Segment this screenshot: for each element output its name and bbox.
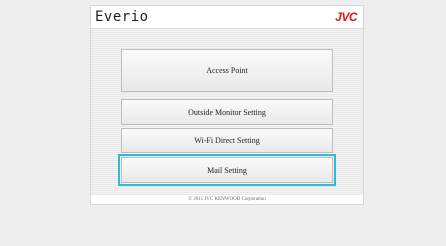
outside-monitor-setting-button[interactable]: Outside Monitor Setting <box>121 99 333 125</box>
jvc-logo: JVC <box>335 10 357 24</box>
wifi-direct-setting-button[interactable]: Wi-Fi Direct Setting <box>121 128 333 153</box>
access-point-label: Access Point <box>206 66 248 75</box>
footer: © 2011 JVC KENWOOD Corporation <box>91 195 363 204</box>
settings-panel: Everio JVC Access Point Outside Monitor … <box>90 5 364 205</box>
brand-title: Everio <box>95 9 149 25</box>
mail-setting-label: Mail Setting <box>207 165 247 175</box>
mail-setting-button[interactable]: Mail Setting <box>121 157 333 183</box>
wifi-direct-setting-label: Wi-Fi Direct Setting <box>194 136 260 145</box>
outside-monitor-setting-label: Outside Monitor Setting <box>188 107 266 117</box>
access-point-button[interactable]: Access Point <box>121 49 333 92</box>
copyright-text: © 2011 JVC KENWOOD Corporation <box>188 197 266 202</box>
menu-area: Access Point Outside Monitor Setting Wi-… <box>91 29 363 195</box>
header-bar: Everio JVC <box>91 6 363 29</box>
